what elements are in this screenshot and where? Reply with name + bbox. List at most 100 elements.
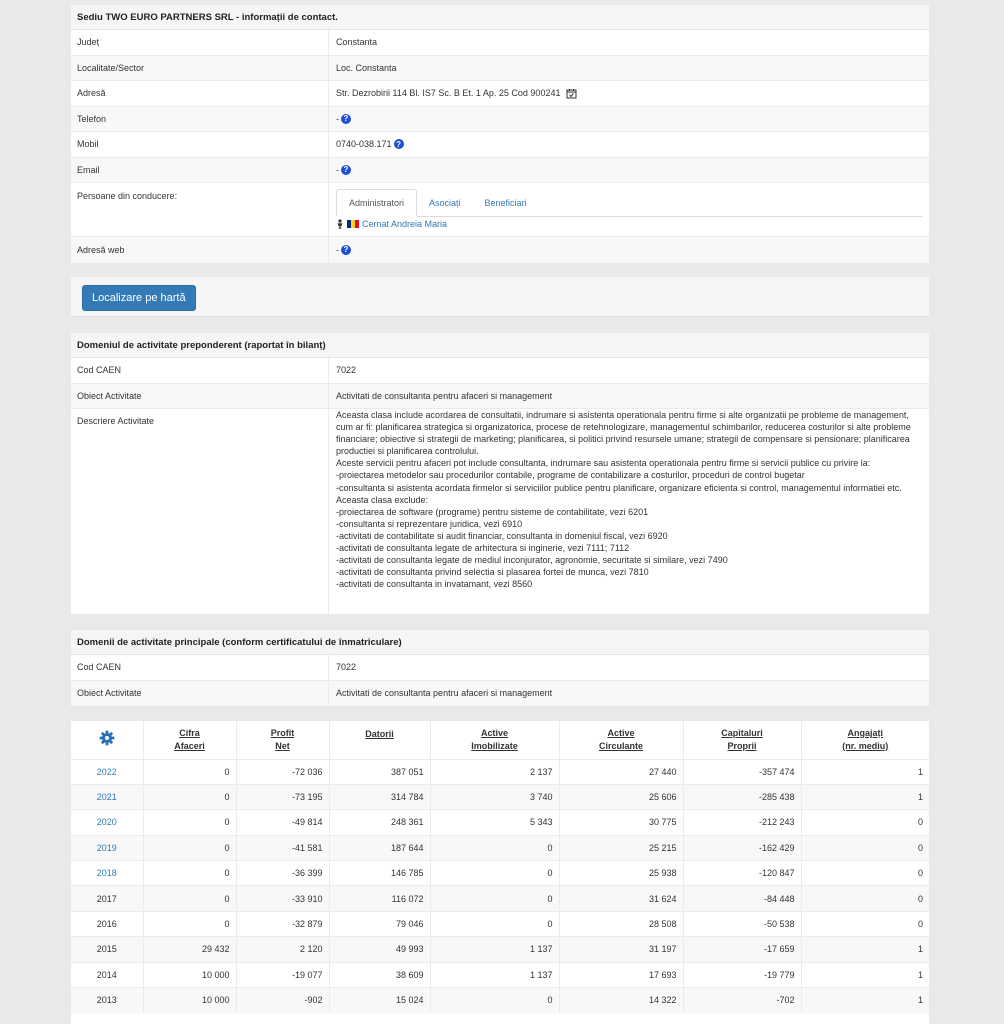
preponderent-title: Domeniul de activitate preponderent (rap… [71,333,929,358]
descriere-line: Aceasta clasa exclude: [336,494,429,505]
header-datorii[interactable]: Datorii [329,721,431,759]
value-cell: 0 [143,809,237,836]
map-panel: Localizare pe hartă [71,277,929,317]
email-value: - [336,164,339,175]
table-row: 2022 0 -72 036 387 051 2 137 27 440 -357 474 1 [71,758,929,785]
mobil-label: Mobil [71,132,329,157]
contact-panel: Sediu TWO EURO PARTNERS SRL - informații… [71,5,929,263]
obiect-value: Activitati de consultanta pentru afaceri… [336,390,553,401]
gear-icon[interactable] [99,730,115,746]
table-row: 2020 0 -49 814 248 361 5 343 30 775 -212 243 0 [71,809,929,836]
row-localitate: Localitate/Sector Loc. Constanta [71,55,929,81]
person-icon [337,218,343,229]
value-cell: -357 474 [683,758,802,785]
row-email: Email - ? [71,157,929,183]
descriere-line: -consultanta si reprezentare juridica, v… [336,518,523,529]
mobil-value: 0740-038.171 [336,139,392,150]
value-cell: -212 243 [683,809,802,836]
year-text: 2017 [96,893,117,904]
table-row: 2021 0 -73 195 314 784 3 740 25 606 -285 438 1 [71,783,929,810]
value-cell: 14 322 [559,987,684,1013]
value-cell: 146 785 [329,860,431,886]
value-cell: -19 779 [683,961,802,988]
web-label: Adresă web [71,237,329,263]
value-cell: 3 740 [430,783,560,810]
descriere-line: -proiectarea metodelor sau procedurilor … [336,470,805,481]
persoane-cell: Administratori Asociați Beneficiari Cern… [329,183,929,236]
help-icon[interactable]: ? [341,164,351,175]
value-cell: 1 [801,987,929,1013]
email-label: Email [71,157,329,182]
map-button[interactable]: Localizare pe hartă [82,285,196,311]
value-cell: 1 137 [430,961,560,988]
year-link[interactable]: 2020 [97,817,117,827]
descriere-line: -activitati de consultanta privind selec… [336,567,649,578]
row-web: Adresă web - ? [71,237,929,263]
tab-administratori[interactable]: Administratori [336,189,418,217]
localitate-value: Loc. Constanta [336,62,397,73]
value-cell: -36 399 [236,860,330,886]
table-header: Cifra Afaceri Profit Net Datorii Active Imo… [71,721,929,759]
year-text: 2016 [96,919,117,930]
descriere-label: Descriere Activitate [71,409,329,614]
telefon-value: - [336,113,339,124]
descriere-line: -consultanta si asistenta acordata firme… [336,482,902,493]
year-link[interactable]: 2021 [97,792,117,802]
obiect-label: Obiect Activitate [71,680,329,706]
contact-title: Sediu TWO EURO PARTNERS SRL - informații… [71,5,929,30]
help-icon[interactable]: ? [341,113,351,124]
header-active-circulante[interactable]: Active Circulante [559,721,684,759]
value-cell: 0 [143,885,237,912]
table-row: 2015 29 432 2 120 49 993 1 137 31 197 -17 659 1 [71,936,929,963]
year-link[interactable]: 2018 [97,868,117,878]
row-obiect-principal: Obiect Activitate Activitati de consulta… [71,680,929,706]
value-cell: 10 000 [143,987,237,1013]
admin-name-link[interactable]: Cernat Andreia Maria [362,219,447,229]
calendar-icon[interactable] [566,88,577,99]
value-cell: 0 [430,910,560,937]
header-angajati[interactable]: Angajați (nr. mediu) [801,721,929,759]
value-cell: 0 [430,860,560,886]
tab-beneficiari[interactable]: Beneficiari [473,189,539,216]
help-icon[interactable]: ? [341,244,351,255]
value-cell: -17 659 [683,936,802,963]
descriere-line: -activitati de consultanta legate de arh… [336,543,630,554]
telefon-label: Telefon [71,106,329,131]
header-cifra-afaceri[interactable]: Cifra Afaceri [143,721,237,759]
year-cell: 2015 [71,936,144,963]
value-cell: -50 538 [683,910,802,937]
table-row: 2014 10 000 -19 077 38 609 1 137 17 693 -19 77… [71,961,929,988]
value-cell: 248 361 [329,809,431,836]
value-cell: -162 429 [683,834,802,861]
value-cell: 31 197 [559,936,684,963]
table-row: 2018 0 -36 399 146 785 0 25 938 -120 847 0 [71,860,929,886]
year-link[interactable]: 2019 [97,843,117,853]
value-cell: 116 072 [329,885,431,912]
header-capitaluri-proprii[interactable]: Capitaluri Proprii [683,721,802,759]
value-cell: -702 [683,987,802,1013]
web-value: - [336,244,339,255]
year-link[interactable]: 2022 [97,767,117,777]
year-text: 2015 [96,944,117,955]
value-cell: 0 [801,910,929,937]
header-profit-net[interactable]: Profit Net [236,721,330,759]
help-icon[interactable]: ? [393,139,404,150]
value-cell: 10 000 [143,961,237,988]
persoane-tabs: Administratori Asociați Beneficiari [336,189,923,217]
value-cell: 0 [801,809,929,836]
descriere-line: -proiectarea de software (programe) pent… [336,506,649,517]
value-cell: -19 077 [236,961,330,988]
web-cell: - ? [329,237,929,263]
tab-asociati[interactable]: Asociați [417,189,473,216]
value-cell: 79 046 [329,910,431,937]
adresa-cell: Str. Dezrobirii 114 Bl. IS7 Sc. B Et. 1 … [329,81,929,106]
principale-panel: Domenii de activitate principale (confor… [71,630,929,706]
value-cell: 1 [801,961,929,988]
caen-label: Cod CAEN [71,655,329,680]
row-caen: Cod CAEN 7022 [71,358,929,384]
value-cell: 0 [143,860,237,886]
caen-value: 7022 [336,365,357,376]
value-cell: -72 036 [236,758,330,785]
header-active-imobilizate[interactable]: Active Imobilizate [430,721,560,759]
localitate-label: Localitate/Sector [71,55,329,80]
